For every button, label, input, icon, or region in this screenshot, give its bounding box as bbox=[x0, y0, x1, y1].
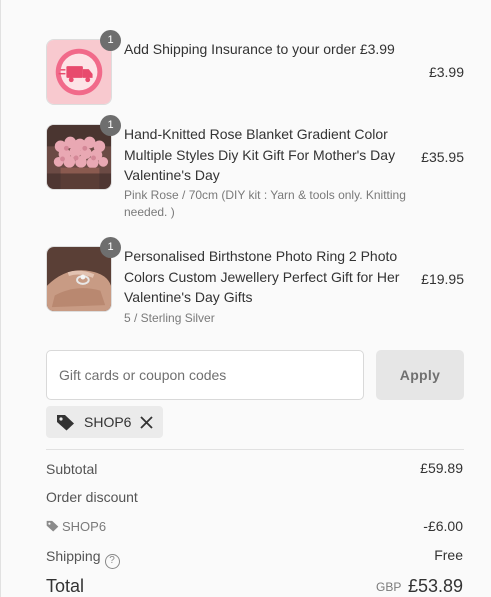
subtotal-label: Subtotal bbox=[46, 461, 98, 477]
item-title: Personalised Birthstone Photo Ring 2 Pho… bbox=[124, 248, 400, 305]
discount-code-row: SHOP6 bbox=[46, 519, 106, 535]
order-summary-panel: 1 Add Shipping Insurance to your order £… bbox=[0, 0, 491, 597]
shipping-insurance-icon bbox=[47, 40, 111, 104]
item-price: £19.95 bbox=[421, 271, 464, 287]
tag-icon bbox=[56, 414, 75, 436]
item-variant: 5 / Sterling Silver bbox=[124, 311, 215, 325]
rose-bouquet-image bbox=[47, 125, 111, 189]
item-title: Hand-Knitted Rose Blanket Gradient Color… bbox=[124, 126, 396, 183]
shipping-label: Shipping bbox=[46, 548, 101, 564]
total-value: £53.89 bbox=[407, 576, 463, 596]
coupon-code-input[interactable] bbox=[46, 350, 364, 400]
discount-code-label: SHOP6 bbox=[62, 519, 107, 534]
apply-coupon-button[interactable]: Apply bbox=[376, 350, 464, 400]
tag-icon bbox=[46, 520, 59, 535]
item-variant: Pink Rose / 70cm (DIY kit : Yarn & tools… bbox=[124, 188, 406, 219]
remove-discount-icon[interactable] bbox=[140, 416, 153, 429]
item-thumbnail bbox=[46, 124, 112, 190]
divider bbox=[46, 449, 464, 450]
subtotal-value: £59.89 bbox=[420, 460, 463, 476]
ring-on-hand-image bbox=[47, 247, 111, 311]
shipping-value: Free bbox=[434, 547, 463, 563]
line-item: 1 Hand-Knitted Rose Blanket Gradient Col… bbox=[46, 115, 464, 224]
line-item: 1 Add Shipping Insurance to your order £… bbox=[46, 30, 464, 105]
applied-discount-chip: SHOP6 bbox=[46, 406, 163, 438]
discount-value: -£6.00 bbox=[423, 518, 463, 534]
item-title: Add Shipping Insurance to your order £3.… bbox=[124, 41, 395, 57]
item-thumbnail bbox=[46, 246, 112, 312]
quantity-badge: 1 bbox=[100, 237, 121, 258]
order-discount-label: Order discount bbox=[46, 489, 138, 505]
quantity-badge: 1 bbox=[100, 30, 121, 51]
item-price: £3.99 bbox=[428, 64, 464, 80]
item-price: £35.95 bbox=[421, 149, 464, 165]
total-currency: GBP bbox=[376, 580, 402, 594]
quantity-badge: 1 bbox=[100, 115, 121, 136]
total-label: Total bbox=[46, 576, 85, 596]
item-thumbnail bbox=[46, 39, 112, 105]
info-icon[interactable]: ? bbox=[104, 554, 120, 569]
shipping-row: Shipping? bbox=[46, 548, 120, 569]
line-item: 1 Personalised Birthstone Photo Ring 2 P… bbox=[46, 237, 464, 326]
applied-code-label: SHOP6 bbox=[84, 414, 132, 430]
